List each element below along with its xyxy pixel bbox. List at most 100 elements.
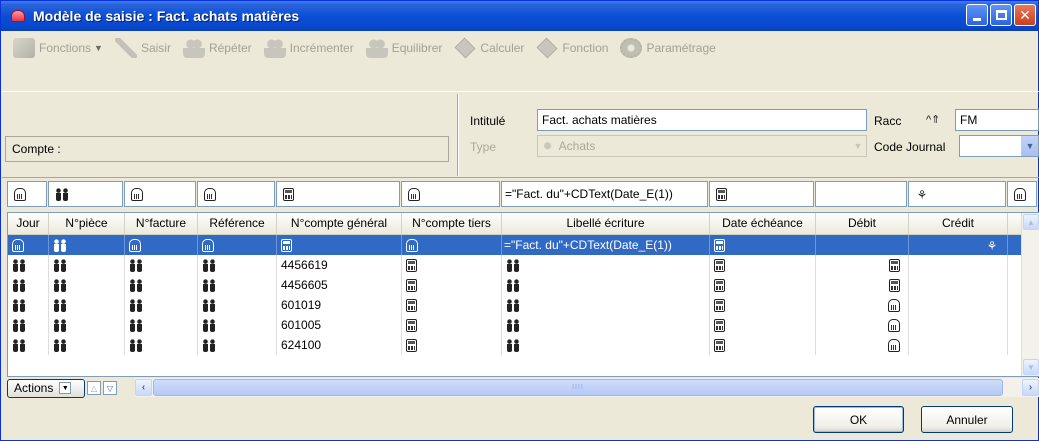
phone-icon: [131, 188, 143, 202]
calculator-icon: [406, 259, 417, 273]
table-row-selected[interactable]: ="Fact. du"+CDText(Date_E(1)) ⚘: [8, 235, 1021, 255]
chevron-left-icon: ‹: [141, 382, 146, 393]
calculator-icon: [406, 299, 417, 313]
people-icon: [506, 299, 520, 313]
toolbar-calculer-button[interactable]: Calculer: [454, 37, 524, 59]
intitule-label: Intitulé: [470, 114, 506, 128]
scroll-up-button[interactable]: ▲: [1023, 214, 1039, 230]
filter-compte-general[interactable]: [276, 181, 400, 207]
title-bar[interactable]: Modèle de saisie : Fact. achats matières…: [1, 1, 1038, 31]
filter-debit[interactable]: [815, 181, 907, 207]
people-icon: [202, 339, 216, 353]
col-jour[interactable]: Jour: [8, 213, 49, 235]
people-icon: [12, 339, 26, 353]
calculator-icon: [714, 239, 725, 253]
maximize-button[interactable]: [990, 4, 1012, 26]
col-libelle[interactable]: Libellé écriture: [502, 213, 710, 235]
filter-jour[interactable]: [7, 181, 47, 207]
racc-input[interactable]: FM: [955, 109, 1039, 131]
repeat-icon: [182, 38, 205, 58]
col-credit[interactable]: Crédit: [909, 213, 1008, 235]
table-row[interactable]: 4456619: [8, 255, 1021, 275]
settings-icon: [620, 38, 643, 58]
phone-icon: [888, 299, 900, 313]
filter-reference[interactable]: [197, 181, 275, 207]
filter-extra[interactable]: [1007, 181, 1037, 207]
filter-facture[interactable]: [124, 181, 196, 207]
toolbar-incrementer-label: Incrémenter: [289, 41, 354, 55]
toolbar-equilibrer-button[interactable]: Equilibrer: [365, 38, 443, 58]
grid-header: Jour N°pièce N°facture Référence N°compt…: [8, 213, 1021, 235]
toolbar-parametrage-button[interactable]: Paramétrage: [620, 38, 716, 58]
actions-button[interactable]: Actions ▼: [7, 378, 85, 398]
filter-row: ="Fact. du"+CDText(Date_E(1)) ⚘: [7, 181, 1039, 207]
calculator-icon: [714, 339, 725, 353]
people-icon: [202, 299, 216, 313]
header-divider: [457, 94, 459, 176]
table-row[interactable]: 624100: [8, 335, 1021, 355]
compte-field[interactable]: Compte :: [5, 136, 449, 162]
code-journal-label: Code Journal: [874, 140, 946, 154]
filter-compte-tiers[interactable]: [401, 181, 500, 207]
col-facture[interactable]: N°facture: [125, 213, 198, 235]
triangle-up-icon: △: [90, 383, 98, 393]
phone-icon: [408, 188, 420, 202]
type-label: Type: [470, 140, 497, 154]
chevron-down-icon: ▼: [59, 382, 72, 394]
people-icon: [506, 279, 520, 293]
shortcut-icon: ^⇑: [926, 114, 941, 126]
people-icon: [12, 299, 26, 313]
type-value: Achats: [558, 139, 596, 153]
filter-piece[interactable]: [48, 181, 123, 207]
toolbar-equilibrer-label: Equilibrer: [391, 41, 443, 55]
col-piece[interactable]: N°pièce: [49, 213, 125, 235]
toolbar-functions-label: Fonctions: [39, 41, 92, 55]
toolbar-incrementer-button[interactable]: Incrémenter: [263, 38, 354, 58]
move-down-button[interactable]: ▽: [103, 381, 117, 395]
type-select[interactable]: Achats ▼: [537, 135, 867, 157]
ok-button[interactable]: OK: [813, 406, 904, 433]
people-icon: [12, 259, 26, 273]
move-up-button[interactable]: △: [87, 381, 101, 395]
toolbar-fonction-button[interactable]: Fonction: [536, 37, 608, 59]
people-icon: [129, 259, 143, 273]
col-compte-general[interactable]: N°compte général: [277, 213, 402, 235]
grid-bottom-bar: Actions ▼ △ ▽ ‹ IIII ›: [7, 378, 1039, 398]
scroll-left-button[interactable]: ‹: [135, 379, 152, 396]
code-journal-select[interactable]: ▼: [959, 135, 1039, 157]
filter-libelle[interactable]: ="Fact. du"+CDText(Date_E(1)): [501, 181, 708, 207]
toolbar-repeter-button[interactable]: Répéter: [182, 38, 252, 58]
horizontal-scroll-thumb[interactable]: IIII: [153, 379, 1003, 396]
calculator-icon: [889, 279, 900, 293]
col-reference[interactable]: Référence: [198, 213, 277, 235]
toolbar-saisir-button[interactable]: Saisir: [114, 38, 171, 58]
filter-credit[interactable]: ⚘: [908, 181, 1006, 207]
phone-icon: [202, 239, 214, 253]
intitule-input[interactable]: Fact. achats matières: [537, 109, 867, 131]
col-compte-tiers[interactable]: N°compte tiers: [402, 213, 502, 235]
table-row[interactable]: 4456605: [8, 275, 1021, 295]
people-icon: [129, 339, 143, 353]
horizontal-scrollbar[interactable]: ‹ IIII ›: [135, 378, 1039, 397]
table-row[interactable]: 601005: [8, 315, 1021, 335]
phone-icon: [1014, 188, 1026, 202]
calculator-icon: [283, 188, 294, 202]
vertical-scrollbar[interactable]: ▲ ▼: [1021, 213, 1039, 376]
scroll-right-button[interactable]: ›: [1022, 379, 1039, 396]
people-icon: [202, 279, 216, 293]
filter-echeance[interactable]: [709, 181, 814, 207]
people-icon: [53, 339, 67, 353]
chevron-down-icon: ▼: [94, 43, 103, 53]
function-icon: [537, 37, 558, 59]
grid-body: ="Fact. du"+CDText(Date_E(1)) ⚘ 4456619: [8, 235, 1021, 355]
col-echeance[interactable]: Date échéance: [710, 213, 816, 235]
toolbar-functions-button[interactable]: Fonctions ▼: [13, 38, 103, 58]
col-debit[interactable]: Débit: [816, 213, 909, 235]
minimize-button[interactable]: [966, 4, 988, 26]
phone-icon: [888, 319, 900, 333]
close-button[interactable]: ✕: [1014, 4, 1036, 26]
cancel-button[interactable]: Annuler: [921, 406, 1013, 433]
scroll-down-button[interactable]: ▼: [1023, 359, 1039, 375]
calculator-icon: [406, 339, 417, 353]
table-row[interactable]: 601019: [8, 295, 1021, 315]
